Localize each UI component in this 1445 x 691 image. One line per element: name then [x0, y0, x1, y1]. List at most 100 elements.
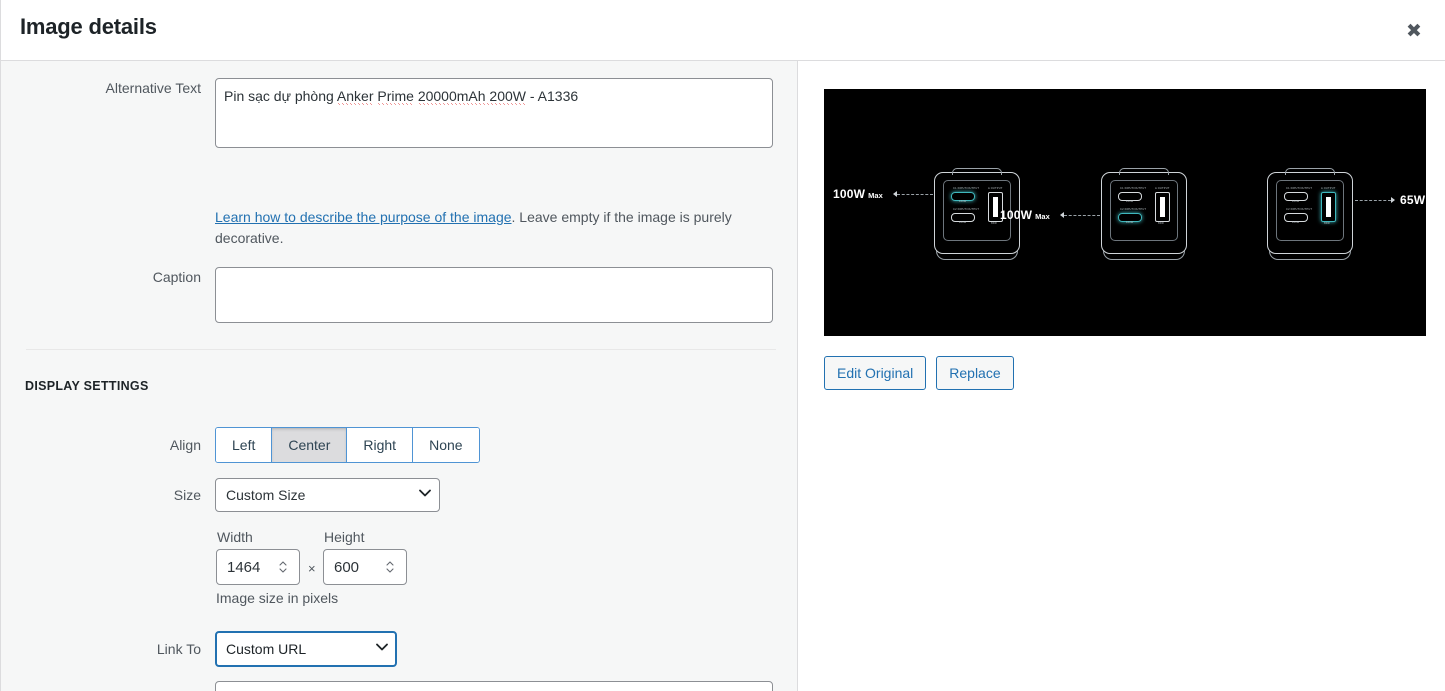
- preview-pane: C1 INPUT/OUTPUT 100W C2 INPUT/OUTPUT 100…: [799, 61, 1445, 691]
- device-top: [1119, 167, 1169, 175]
- alt-text-label: Alternative Text: [105, 80, 201, 96]
- callout-3: 65W Max: [1400, 193, 1426, 207]
- port-tag-c2: C2 INPUT/OUTPUT: [1120, 207, 1147, 211]
- port-sub-c2: 100W: [1126, 220, 1134, 224]
- modal-header: Image details ✖: [1, 0, 1445, 61]
- url-input[interactable]: [215, 681, 773, 691]
- callout-arrow-1: [893, 190, 897, 197]
- callout-leader-1: [897, 193, 933, 196]
- page-title: Image details: [20, 14, 157, 39]
- port-sub-c1: 100W: [1126, 199, 1134, 203]
- align-label: Align: [169, 436, 201, 453]
- width-value: 1464: [227, 558, 261, 576]
- callout-max-2: Max: [1035, 211, 1050, 221]
- size-select[interactable]: Custom Size: [215, 478, 440, 512]
- caption-control: [215, 267, 773, 326]
- link-to-row: Link To Custom URL: [29, 631, 397, 667]
- device-base: [1103, 250, 1185, 260]
- port-tag-a: A OUTPUT: [988, 186, 1003, 190]
- device-base: [936, 250, 1018, 260]
- size-control: Custom Size: [215, 478, 440, 512]
- width-label: Width: [217, 529, 253, 545]
- callout-max-1: Max: [868, 190, 883, 200]
- usb-a-port: [1321, 191, 1336, 222]
- port-tag-c2: C2 INPUT/OUTPUT: [1286, 207, 1313, 211]
- device-face: C1 INPUT/OUTPUT 100W C2 INPUT/OUTPUT 100…: [1110, 179, 1178, 241]
- width-spinner-icon[interactable]: [273, 561, 293, 573]
- alt-text-help: Learn how to describe the purpose of the…: [215, 207, 745, 249]
- url-row: URL: [29, 681, 773, 691]
- port-tag-c2: C2 INPUT/OUTPUT: [953, 207, 980, 211]
- align-option-none[interactable]: None: [413, 428, 479, 462]
- image-preview[interactable]: C1 INPUT/OUTPUT 100W C2 INPUT/OUTPUT 100…: [824, 89, 1426, 336]
- link-to-label: Link To: [156, 640, 201, 657]
- callout-watts-1: 100W: [833, 186, 866, 201]
- height-label: Height: [324, 529, 365, 545]
- device-top: [1285, 167, 1335, 175]
- settings-pane: Alternative Text Pin sạc dự phòng Anker …: [1, 61, 798, 691]
- port-sub-c1: 100W: [1292, 199, 1300, 203]
- port-tag-a: A OUTPUT: [1321, 186, 1336, 190]
- section-divider-top: [26, 349, 776, 350]
- device-base: [1269, 250, 1351, 260]
- port-tag-a: A OUTPUT: [1155, 186, 1170, 190]
- url-control: [215, 681, 773, 691]
- height-spinner-icon[interactable]: [380, 561, 400, 573]
- describe-image-link[interactable]: Learn how to describe the purpose of the…: [215, 209, 512, 225]
- size-row: Size Custom Size: [29, 478, 440, 512]
- url-label: URL: [29, 688, 215, 691]
- usb-a-port: [1155, 191, 1170, 222]
- width-stepper[interactable]: 1464: [216, 549, 300, 585]
- display-settings-heading: Display Settings: [25, 379, 149, 393]
- callout-arrow-2: [1060, 211, 1064, 218]
- size-hint: Image size in pixels: [216, 590, 339, 606]
- caption-input[interactable]: [215, 267, 773, 323]
- device-top: [952, 167, 1002, 175]
- height-value: 600: [334, 558, 360, 576]
- port-tag-c1: C1 INPUT/OUTPUT: [953, 186, 980, 190]
- alt-text-control: Pin sạc dự phòng Anker Prime 20000mAh 20…: [215, 78, 773, 151]
- align-option-center[interactable]: Center: [272, 428, 348, 462]
- align-control: Left Center Right None: [215, 427, 480, 463]
- callout-2: 100W Max: [1000, 208, 1050, 222]
- port-tag-c1: C1 INPUT/OUTPUT: [1286, 186, 1313, 190]
- size-label: Size: [173, 486, 201, 503]
- edit-original-button[interactable]: Edit Original: [824, 356, 927, 390]
- callout-arrow-3: [1391, 196, 1395, 203]
- alt-text-row: Alternative Text Pin sạc dự phòng Anker …: [29, 78, 773, 151]
- image-details-modal: Image details ✖ Alternative Text Pin sạc…: [0, 0, 1445, 691]
- callout-leader-3: [1355, 199, 1391, 202]
- callout-1: 100W Max: [833, 187, 883, 201]
- modal-body: Alternative Text Pin sạc dự phòng Anker …: [1, 61, 1445, 691]
- preview-actions: Edit Original Replace: [824, 356, 1014, 390]
- callout-watts-3: 65W: [1400, 192, 1426, 207]
- port-sub-a: 65W: [1324, 221, 1330, 225]
- device-face: C1 INPUT/OUTPUT 100W C2 INPUT/OUTPUT 100…: [1276, 179, 1344, 241]
- port-sub-c2: 100W: [959, 220, 967, 224]
- align-button-group: Left Center Right None: [215, 427, 480, 463]
- height-stepper[interactable]: 600: [323, 549, 407, 585]
- link-to-select[interactable]: Custom URL: [215, 631, 397, 667]
- preview-device-2: C1 INPUT/OUTPUT 100W C2 INPUT/OUTPUT 100…: [1000, 167, 1187, 260]
- caption-row: Caption: [29, 267, 773, 326]
- callout-leader-2: [1064, 214, 1100, 217]
- replace-button[interactable]: Replace: [936, 356, 1014, 390]
- port-sub-a: 65W: [991, 221, 997, 225]
- align-option-left[interactable]: Left: [216, 428, 273, 462]
- preview-device-3: C1 INPUT/OUTPUT 100W C2 INPUT/OUTPUT 100…: [1267, 167, 1425, 260]
- link-to-select-wrap: Custom URL: [215, 631, 397, 667]
- port-sub-a: 65W: [1158, 221, 1164, 225]
- port-sub-c2: 100W: [1292, 220, 1300, 224]
- device-body: C1 INPUT/OUTPUT 100W C2 INPUT/OUTPUT 100…: [1101, 167, 1187, 260]
- link-to-control: Custom URL: [215, 631, 397, 667]
- port-tag-c1: C1 INPUT/OUTPUT: [1120, 186, 1147, 190]
- device-body: C1 INPUT/OUTPUT 100W C2 INPUT/OUTPUT 100…: [1267, 167, 1353, 260]
- alt-text-input[interactable]: [215, 78, 773, 148]
- size-select-wrap: Custom Size: [215, 478, 440, 512]
- close-icon[interactable]: ✖: [1397, 14, 1431, 48]
- align-option-right[interactable]: Right: [347, 428, 414, 462]
- port-sub-c1: 100W: [959, 199, 967, 203]
- caption-label: Caption: [152, 269, 201, 285]
- callout-watts-2: 100W: [1000, 207, 1033, 222]
- dimension-separator: ×: [308, 561, 316, 576]
